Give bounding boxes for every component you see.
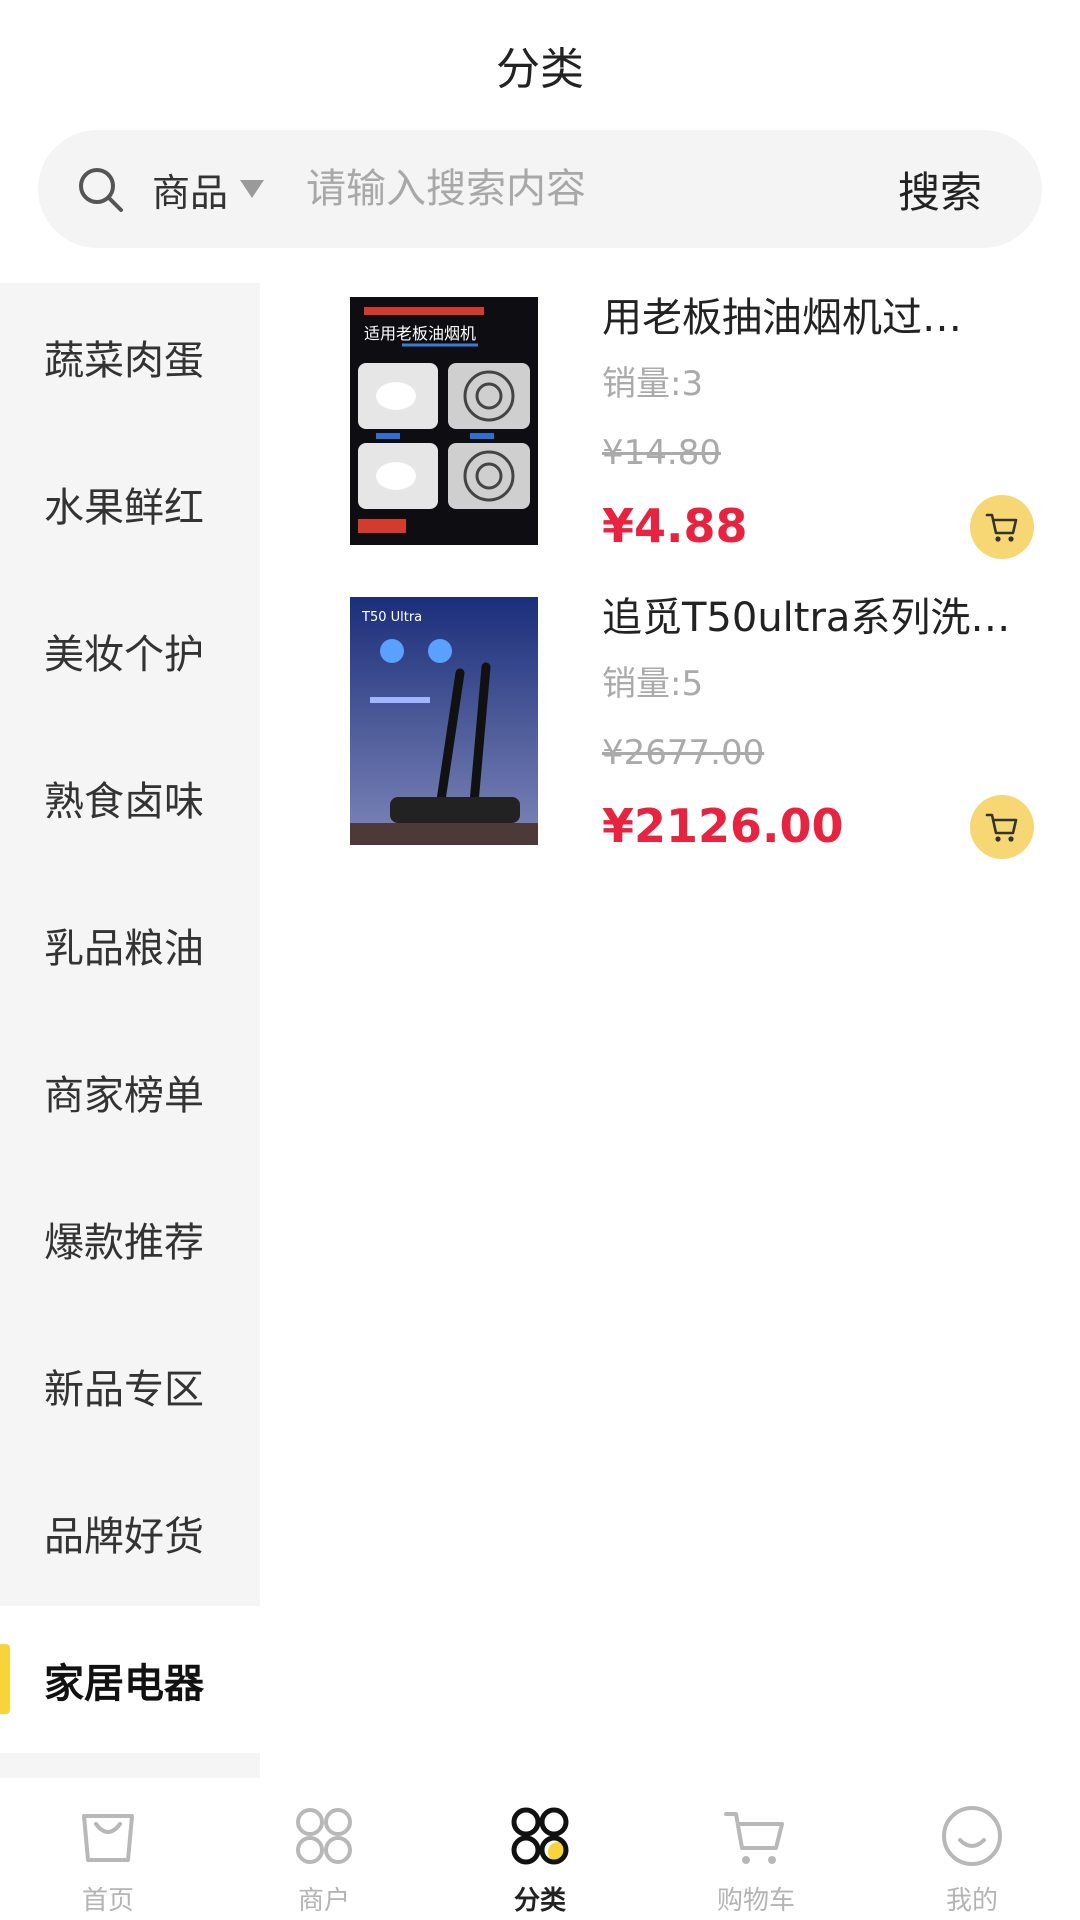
category-label: 新品专区 [44, 1366, 204, 1413]
tab-mine[interactable]: 我的 [864, 1778, 1080, 1920]
product-sales: 销量:3 [602, 364, 704, 404]
tab-cart[interactable]: 购物车 [648, 1778, 864, 1920]
product-image[interactable]: T50 Ultra [350, 597, 538, 845]
category-item[interactable]: 爆款推荐 [0, 1165, 260, 1312]
category-item[interactable]: 水果鲜红 [0, 430, 260, 577]
tab-label: 首页 [81, 1886, 134, 1916]
category-label: 家居电器 [44, 1660, 204, 1707]
tab-label: 购物车 [716, 1886, 795, 1916]
cart-icon [724, 1812, 784, 1864]
product-image-text: 适用老板油烟机 [364, 324, 476, 343]
tab-merchant[interactable]: 商户 [216, 1778, 432, 1920]
search-scope-dropdown[interactable]: 商品 [152, 162, 265, 217]
category-label: 品牌好货 [44, 1513, 204, 1560]
product-card[interactable]: T50 Ultra 追觅T50ultra系列洗… 销量:5 ¥2677.00 ¥… [300, 583, 1060, 883]
product-image[interactable]: 适用老板油烟机 [350, 297, 538, 545]
smile-icon [942, 1806, 1002, 1866]
category-label: 蔬菜肉蛋 [44, 337, 204, 384]
search-icon[interactable] [74, 163, 126, 215]
tab-label: 商户 [297, 1886, 350, 1916]
product-price: ¥4.88 [602, 499, 748, 553]
category-item[interactable]: 品牌好货 [0, 1459, 260, 1606]
category-grid-icon [511, 1807, 569, 1865]
category-sidebar: 蔬菜肉蛋 水果鲜红 美妆个护 熟食卤味 乳品粮油 商家榜单 爆款推荐 新品专区 … [0, 283, 260, 1778]
category-item[interactable]: 乳品粮油 [0, 871, 260, 1018]
add-to-cart-button[interactable] [970, 795, 1034, 859]
product-sales: 销量:5 [602, 664, 704, 704]
search-bar: 商品 搜索 [38, 130, 1042, 248]
category-label: 乳品粮油 [44, 925, 204, 972]
product-original-price: ¥14.80 [602, 433, 721, 473]
caret-down-icon [240, 180, 265, 198]
bag-icon [82, 1814, 134, 1862]
category-label: 商家榜单 [44, 1072, 204, 1119]
category-item[interactable]: 新品专区 [0, 1312, 260, 1459]
category-item-active[interactable]: 家居电器 [0, 1606, 260, 1753]
add-to-cart-button[interactable] [970, 495, 1034, 559]
product-image-text: T50 Ultra [361, 610, 422, 625]
category-label: 爆款推荐 [44, 1219, 204, 1266]
tab-category[interactable]: 分类 [432, 1778, 648, 1920]
product-price: ¥2126.00 [602, 799, 844, 853]
cart-icon [985, 813, 1018, 842]
product-original-price: ¥2677.00 [602, 733, 765, 773]
search-input[interactable] [304, 165, 829, 213]
tab-home[interactable]: 首页 [0, 1778, 216, 1920]
page-title: 分类 [496, 44, 584, 95]
category-item[interactable]: 熟食卤味 [0, 724, 260, 871]
tab-label: 我的 [945, 1886, 998, 1916]
product-list: 适用老板油烟机 用老板抽油烟机过… 销量:3 ¥14.80 ¥4.88 T50 … [300, 283, 1060, 883]
search-scope-label: 商品 [152, 170, 229, 215]
category-item[interactable]: 商家榜单 [0, 1018, 260, 1165]
category-item[interactable]: 美妆个护 [0, 577, 260, 724]
active-indicator [0, 1644, 10, 1714]
tab-label: 分类 [513, 1886, 566, 1916]
category-label: 熟食卤味 [44, 778, 204, 825]
product-name[interactable]: 用老板抽油烟机过… [602, 285, 1032, 343]
product-name[interactable]: 追觅T50ultra系列洗… [602, 585, 1032, 643]
merchant-grid-icon [296, 1808, 352, 1864]
category-label: 美妆个护 [44, 631, 204, 678]
product-card[interactable]: 适用老板油烟机 用老板抽油烟机过… 销量:3 ¥14.80 ¥4.88 [300, 283, 1060, 583]
category-item[interactable]: 蔬菜肉蛋 [0, 283, 260, 430]
page-header: 分类 [0, 0, 1080, 130]
search-button[interactable]: 搜索 [898, 130, 982, 248]
category-label: 水果鲜红 [44, 484, 204, 531]
search-button-label: 搜索 [897, 167, 982, 217]
bottom-tab-bar: 首页 商户 分类 购物车 我的 [0, 1778, 1080, 1920]
cart-icon [985, 513, 1018, 542]
